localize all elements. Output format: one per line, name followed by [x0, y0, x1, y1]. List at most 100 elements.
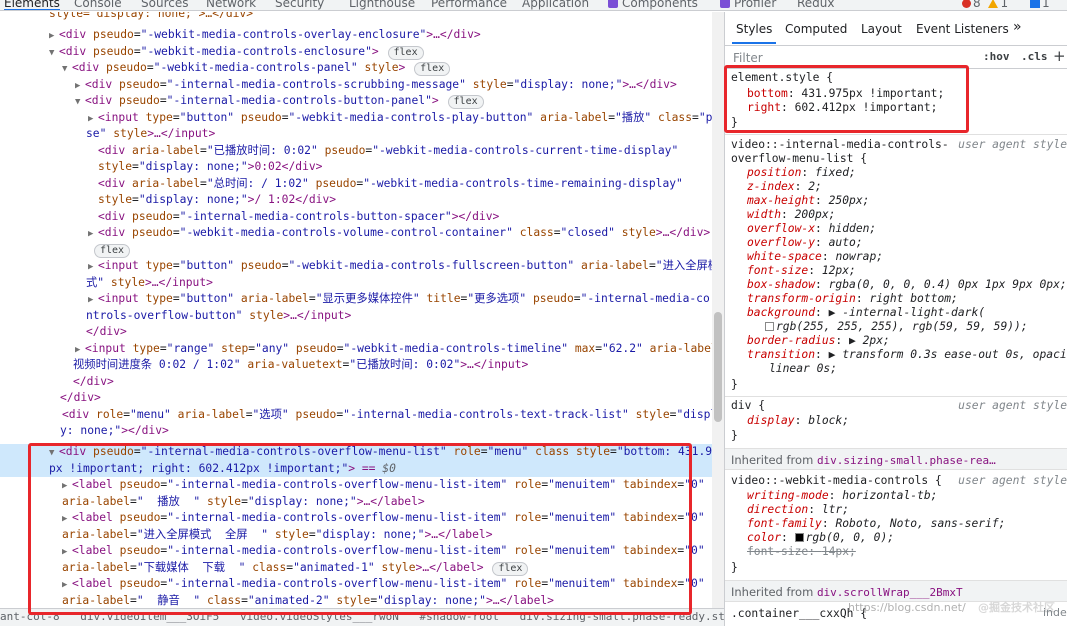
color-swatch-black[interactable] — [794, 533, 804, 542]
color-swatch-white[interactable] — [765, 322, 774, 331]
breadcrumb-item[interactable]: div.sizing-small.phase-ready.state-stopp… — [520, 609, 724, 623]
dom-node[interactable]: ▶ <label pseudo="-internal-media-controls… — [0, 576, 712, 593]
tab-sources[interactable]: Sources — [141, 0, 188, 10]
dom-node-continuation[interactable]: se" style>…</input> — [0, 126, 712, 143]
tab-event-listeners[interactable]: Event Listeners — [916, 22, 1009, 36]
dom-node[interactable]: ▼ <div pseudo="-webkit-media-controls-enc… — [0, 44, 712, 61]
css-declaration[interactable]: direction: ltr; — [747, 503, 849, 517]
tab-performance[interactable]: Performance — [431, 0, 507, 10]
css-declaration[interactable]: right: 602.412px !important; — [747, 101, 937, 115]
expand-triangle-icon[interactable]: ▶ — [62, 544, 72, 560]
dom-node[interactable]: ▼ <div pseudo="-internal-media-controls-b… — [0, 93, 712, 110]
tab-computed[interactable]: Computed — [785, 22, 847, 36]
expand-triangle-icon[interactable]: ▶ — [88, 292, 98, 308]
breadcrumb-item[interactable]: video.videoStyles___rwoN — [240, 609, 399, 623]
css-declaration[interactable]: white-space: nowrap; — [747, 250, 883, 264]
css-declaration[interactable]: bottom: 431.975px !important; — [747, 87, 944, 101]
dom-node-close[interactable]: </div> — [0, 324, 712, 341]
expand-triangle-icon[interactable]: ▶ — [62, 478, 72, 494]
dom-node[interactable]: ▶ <input type="button" pseudo="-webkit-me… — [0, 258, 712, 275]
dom-node[interactable]: ▶ <label pseudo="-internal-media-controls… — [0, 543, 712, 560]
flex-badge[interactable]: flex — [492, 561, 529, 576]
dom-node[interactable]: <div aria-label="总时间: / 1:02" pseudo="-w… — [0, 176, 712, 193]
tab-layout[interactable]: Layout — [861, 22, 902, 36]
dom-node-continuation[interactable]: y: none;"></div> — [0, 423, 712, 440]
flex-badge[interactable]: flex — [414, 62, 451, 76]
css-declaration[interactable]: z-index: 2; — [747, 180, 822, 194]
css-declaration[interactable]: font-family: Roboto, Noto, sans-serif; — [747, 517, 1005, 531]
css-declaration[interactable]: font-size: 12px; — [747, 264, 856, 278]
expand-triangle-icon[interactable]: ▶ — [88, 111, 98, 127]
expand-triangle-icon[interactable]: ▶ — [75, 342, 85, 358]
css-declaration[interactable]: color: rgb(0, 0, 0); — [747, 531, 894, 545]
dom-node-continuation[interactable]: 视频时间进度条 0:02 / 1:02" aria-valuetext="已播放… — [0, 357, 712, 374]
dom-tree[interactable]: style="display: none;">…</div> ▶ <div pse… — [0, 12, 712, 608]
dom-node-continuation[interactable]: aria-label="下载媒体 下载 " class="animated-1"… — [0, 560, 712, 577]
tab-lighthouse[interactable]: Lighthouse — [349, 0, 415, 10]
dom-node-continuation[interactable]: aria-label=" 静音 " class="animated-2" sty… — [0, 593, 712, 609]
collapse-triangle-icon[interactable]: ▼ — [49, 45, 59, 61]
collapse-triangle-icon[interactable]: ▼ — [75, 94, 85, 110]
source-link[interactable]: index. — [1043, 606, 1067, 619]
tab-application[interactable]: Application — [522, 0, 589, 10]
dom-node[interactable]: <div pseudo="-internal-media-controls-bu… — [0, 209, 712, 226]
dom-node[interactable]: ▶ <div pseudo="-webkit-media-controls-ove… — [0, 27, 712, 44]
element-style-rule[interactable]: element.style { bottom: 431.975px !impor… — [725, 70, 1067, 134]
class-toggle[interactable]: .cls — [1021, 50, 1048, 63]
flex-badge[interactable]: flex — [447, 95, 484, 109]
breadcrumb-item[interactable]: ant-col-8 — [0, 609, 60, 623]
expand-triangle-icon[interactable]: ▶ — [88, 226, 98, 242]
css-declaration[interactable]: overflow-y: auto; — [747, 236, 863, 250]
dom-node-continuation[interactable]: style="display: none;">/ 1:02</div> — [0, 192, 712, 209]
dom-node[interactable]: ▶ <input type="button" pseudo="-webkit-me… — [0, 110, 712, 127]
dom-scrollbar[interactable] — [712, 12, 724, 608]
dom-node-close[interactable]: </div> — [0, 390, 712, 407]
dom-node[interactable]: ▶ <input type="button" aria-label="显示更多媒体… — [0, 291, 712, 308]
dom-node-continuation[interactable]: flex — [0, 242, 712, 259]
dom-node-close[interactable]: </div> — [0, 374, 712, 391]
ua-rule-overflow-menu-list[interactable]: video::-internal-media-controls- user ag… — [725, 136, 1067, 396]
dom-node[interactable]: <div role="menu" aria-label="选项" pseudo=… — [0, 407, 712, 424]
dom-node-selected-continuation[interactable]: px !important; right: 602.412px !importa… — [0, 460, 712, 477]
tab-components[interactable]: Components — [608, 0, 698, 10]
dom-node[interactable]: ▶ <label pseudo="-internal-media-controls… — [0, 510, 712, 527]
dom-node-continuation[interactable]: 式" style>…</input> — [0, 275, 712, 292]
inherited-link[interactable]: div.sizing-small.phase-rea… — [817, 454, 996, 467]
tab-security[interactable]: Security — [275, 0, 324, 10]
css-declaration[interactable]: transform-origin: right bottom; — [747, 292, 958, 306]
dom-node[interactable]: ▼ <div pseudo="-webkit-media-controls-pan… — [0, 60, 712, 77]
tab-redux[interactable]: Redux — [797, 0, 835, 10]
dom-node-selected[interactable]: ▼ <div pseudo="-internal-media-controls-o… — [0, 444, 712, 461]
styles-filter-input[interactable] — [731, 49, 971, 66]
prop-value[interactable]: 602.412px !important; — [795, 101, 938, 114]
css-declaration-overridden[interactable]: font-size: 14px; — [747, 545, 856, 559]
dom-scroll-thumb[interactable] — [714, 312, 722, 422]
hover-state-toggle[interactable]: :hov — [983, 50, 1010, 63]
dom-node-continuation[interactable]: aria-label="进入全屏模式 全屏 " style="display: … — [0, 527, 712, 544]
css-declaration[interactable]: background: ▶ -internal-light-dark( — [747, 306, 985, 320]
issue-counters[interactable]: 8 1 — [962, 0, 1008, 10]
expand-triangle-icon[interactable]: ▶ — [49, 28, 59, 44]
breadcrumb-item[interactable]: #shadow-root — [420, 609, 499, 623]
css-declaration[interactable]: display: block; — [747, 414, 849, 428]
css-declaration[interactable]: writing-mode: horizontal-tb; — [747, 489, 937, 503]
dom-node-continuation[interactable]: style="display: none;">0:02</div> — [0, 159, 712, 176]
dom-node[interactable]: <div aria-label="已播放时间: 0:02" pseudo="-w… — [0, 143, 712, 160]
flex-badge[interactable]: flex — [387, 45, 424, 60]
css-declaration[interactable]: overflow-x: hidden; — [747, 222, 876, 236]
more-tabs-chevron-icon[interactable]: » — [1013, 19, 1022, 35]
css-declaration[interactable]: transition: ▶ transform 0.3s ease-out 0s… — [747, 348, 1067, 362]
dom-node-continuation[interactable]: ntrols-overflow-button" style>…</input> — [0, 308, 712, 325]
collapse-triangle-icon[interactable]: ▼ — [62, 61, 72, 77]
tab-network[interactable]: Network — [206, 0, 256, 10]
prop-name[interactable]: bottom — [747, 87, 788, 100]
ua-rule-div[interactable]: div { user agent style display: block; } — [725, 398, 1067, 446]
css-declaration[interactable]: border-radius: ▶ 2px; — [747, 334, 890, 348]
ua-rule-media-controls[interactable]: video::-webkit-media-controls { user age… — [725, 472, 1067, 584]
new-rule-plus-icon[interactable]: + — [1053, 47, 1066, 65]
dom-node[interactable]: style="display: none;">…</div> — [0, 12, 712, 23]
dom-node-continuation[interactable]: aria-label=" 播放 " style="display: none;"… — [0, 494, 712, 511]
prop-value[interactable]: 431.975px !important; — [801, 87, 944, 100]
dom-node[interactable]: ▶ <label pseudo="-internal-media-controls… — [0, 477, 712, 494]
css-declaration[interactable]: position: fixed; — [747, 166, 856, 180]
